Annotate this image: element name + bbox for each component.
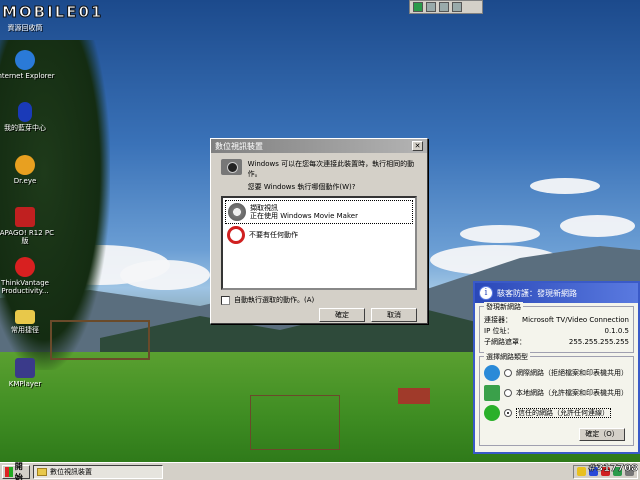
cloud: [530, 178, 600, 194]
wooden-fence: [50, 320, 150, 360]
post-id-watermark: #317708: [587, 463, 639, 475]
desktop-icon-shortcuts-folder[interactable]: 常用捷徑: [0, 310, 55, 334]
dialog-message: Windows 可以在您每次連接此裝置時，執行相同的動作。: [247, 160, 415, 178]
start-button[interactable]: 開始: [2, 462, 30, 480]
network-type-trusted[interactable]: 信任的網路（允許任何連線）: [484, 405, 629, 421]
trusted-check-icon: [484, 405, 500, 421]
taskbar-item-digital-video[interactable]: 數位視訊裝置: [33, 464, 163, 479]
taskbar: 開始 數位視訊裝置: [0, 462, 640, 480]
radio-local[interactable]: [504, 389, 512, 397]
toolbar-grid-icon[interactable]: [413, 2, 423, 12]
auto-run-checkbox-row[interactable]: 自動執行選取的動作。(A): [221, 295, 417, 305]
folder-icon: [37, 467, 47, 476]
radio-internet[interactable]: [504, 369, 512, 377]
bluetooth-icon: [18, 102, 32, 122]
desktop-icon-kmplayer[interactable]: KMPlayer: [0, 358, 55, 388]
kmplayer-icon: [15, 358, 35, 378]
popup-ok-button[interactable]: 確定（O）: [579, 428, 625, 441]
movie-maker-icon: [228, 203, 246, 221]
toolbar-doc-icon[interactable]: [439, 2, 449, 12]
dialog-close-button[interactable]: ✕: [412, 141, 423, 151]
camcorder-icon: [221, 159, 242, 175]
desktop-icon-papago[interactable]: PAPAGO! R12 PC版: [0, 207, 55, 245]
local-network-icon: [484, 385, 500, 401]
floating-toolbar[interactable]: [409, 0, 483, 14]
desktop-icon-internet-explorer[interactable]: Internet Explorer: [0, 50, 55, 80]
action-option-capture-video[interactable]: 擷取視訊 正在使用 Windows Movie Maker: [225, 200, 413, 224]
windows-logo-icon: [5, 466, 13, 477]
desktop-icon-thinkvantage[interactable]: ThinkVantage Productivity...: [0, 257, 55, 295]
dialog-title: 數位視訊裝置: [215, 141, 263, 151]
popup-title: 駭客防護：發現新網路: [497, 288, 577, 298]
desktop-icon-dreye[interactable]: Dr.eye: [0, 155, 55, 185]
toolbar-scroll-icon[interactable]: [452, 2, 462, 12]
desktop-icon-bluetooth[interactable]: 我的藍芽中心: [0, 102, 55, 132]
dialog-cancel-button[interactable]: 取消: [371, 308, 417, 322]
action-listbox[interactable]: 擷取視訊 正在使用 Windows Movie Maker 不要有任何動作: [221, 196, 417, 290]
internet-explorer-icon: [15, 50, 35, 70]
dialog-titlebar[interactable]: 數位視訊裝置 ✕: [211, 139, 427, 153]
radio-trusted[interactable]: [504, 409, 512, 417]
tray-shield-icon[interactable]: [577, 467, 586, 476]
globe-icon: [484, 365, 500, 381]
desktop-icon-recycle-bin[interactable]: 資源回收筒: [0, 2, 55, 32]
action-option-do-nothing[interactable]: 不要有任何動作: [225, 224, 413, 246]
info-icon: i: [479, 286, 493, 300]
dialog-ok-button[interactable]: 確定: [319, 308, 365, 322]
hut: [398, 388, 430, 404]
new-network-popup: i 駭客防護：發現新網路 發現新網路 連接器： Microsoft TV/Vide…: [473, 281, 640, 454]
network-type-group: 選擇網路類型 網際網路（拒絕檔案和印表機共用） 本地網路（允許檔案和印表機共用）…: [479, 352, 634, 446]
network-type-local[interactable]: 本地網路（允許檔案和印表機共用）: [484, 385, 629, 401]
dreye-icon: [15, 155, 35, 175]
autoplay-dialog: 數位視訊裝置 ✕ Windows 可以在您每次連接此裝置時，執行相同的動作。 您…: [210, 138, 428, 324]
folder-icon: [15, 310, 35, 324]
thinkvantage-icon: [15, 257, 35, 277]
popup-titlebar: i 駭客防護：發現新網路: [475, 283, 638, 303]
dialog-question: 您要 Windows 執行哪個動作(W)?: [247, 183, 356, 191]
toolbar-a-icon[interactable]: [426, 2, 436, 12]
network-found-group: 發現新網路 連接器： Microsoft TV/Video Connection …: [479, 302, 634, 353]
wire-fence: [250, 395, 340, 450]
papago-icon: [15, 207, 35, 227]
auto-run-checkbox[interactable]: [221, 295, 230, 305]
network-type-internet[interactable]: 網際網路（拒絕檔案和印表機共用）: [484, 365, 629, 381]
no-action-icon: [227, 226, 245, 244]
